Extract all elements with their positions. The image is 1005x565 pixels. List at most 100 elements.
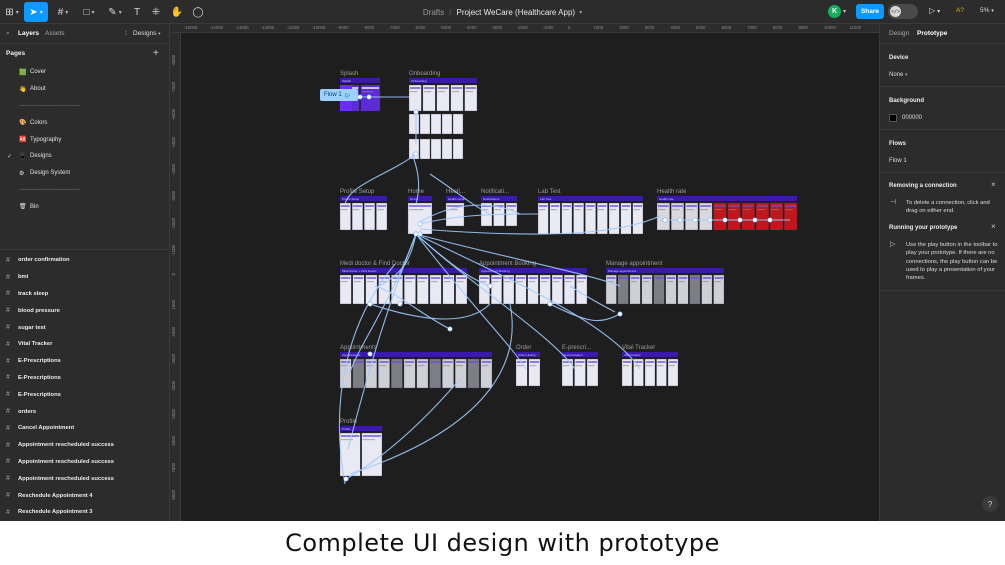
share-button[interactable]: Share	[856, 4, 884, 19]
page-separator[interactable]: ------------------------------------	[0, 98, 169, 115]
add-page-icon[interactable]: +	[153, 48, 159, 59]
frame-content-line	[465, 91, 474, 93]
frame-icon: #	[6, 256, 10, 264]
layer-item[interactable]: # track sleep	[0, 286, 169, 303]
frame-content-line	[392, 365, 399, 367]
layer-item[interactable]: # Reschedule Appointment 3	[0, 504, 169, 521]
layer-label: sugar test	[18, 324, 46, 331]
layer-item[interactable]: # sugar test	[0, 319, 169, 336]
frame-thumbnail	[376, 202, 388, 231]
frame-content-line	[504, 281, 511, 283]
page-item[interactable]: 🟩 Cover	[0, 64, 169, 81]
flow-badge-label: Flow 1	[324, 92, 342, 98]
frame-icon: #	[6, 324, 10, 332]
frame-thumbnail	[597, 202, 608, 235]
move-tool-icon[interactable]: ➤ ▾	[24, 2, 48, 22]
dev-mode-toggle[interactable]: </>	[888, 4, 918, 19]
zoom-value: 5%	[980, 7, 990, 14]
layer-item[interactable]: # E-Prescriptions	[0, 353, 169, 370]
pen-tool-icon[interactable]: ✎ ▾	[104, 2, 126, 22]
ruler-tick: -12000	[260, 25, 275, 30]
layer-item[interactable]: # orders	[0, 403, 169, 420]
breadcrumb-drafts[interactable]: Drafts	[423, 8, 444, 17]
components-icon[interactable]: ⁜	[149, 2, 163, 22]
frame-content-line	[529, 365, 537, 367]
ruler-tick: 5000	[171, 408, 176, 419]
layer-item[interactable]: # blood pressure	[0, 302, 169, 319]
text-tool-icon[interactable]: T	[130, 2, 144, 22]
main-menu-icon[interactable]: ⊞ ▾	[2, 2, 22, 22]
frame-tool-icon[interactable]: # ▾	[52, 2, 74, 22]
tab-layers[interactable]: Layers	[18, 30, 39, 37]
canvas[interactable]: Splash Splash Onboarding Onboarding Profile …	[170, 24, 879, 521]
ruler-tick: 3000	[171, 354, 176, 364]
chevron-down-icon[interactable]: ▾	[579, 9, 582, 16]
section-label: E-prescri...	[562, 345, 591, 351]
frame-content-line	[481, 361, 491, 363]
layer-item[interactable]: # E-Prescriptions	[0, 386, 169, 403]
flow-item[interactable]: Flow 1	[889, 158, 907, 164]
search-icon[interactable]: ⌕	[6, 30, 10, 38]
frame-content-line	[771, 205, 782, 207]
frame-content-line	[468, 365, 476, 367]
layer-item[interactable]: # Appointment rescheduled success	[0, 454, 169, 471]
layer-item[interactable]: # Appointment rescheduled success	[0, 470, 169, 487]
layer-item[interactable]: # Cancel Appointment	[0, 420, 169, 437]
help-button[interactable]: ?	[982, 496, 998, 512]
frame-content-line	[417, 365, 425, 367]
play-icon[interactable]: ▷	[346, 92, 351, 99]
avatar[interactable]: K	[828, 5, 841, 18]
frame-thumbnail	[364, 202, 376, 231]
page-item[interactable]: 🗑 Bin	[0, 198, 169, 215]
page-selector[interactable]: Designs	[133, 30, 156, 37]
close-icon[interactable]: ×	[991, 222, 996, 231]
shape-tool-icon[interactable]: □ ▾	[78, 2, 100, 22]
ruler-tick: -7000	[171, 82, 176, 94]
layer-item[interactable]: # E-Prescriptions	[0, 370, 169, 387]
page-item[interactable]: ✓ 📱 Designs	[0, 148, 169, 165]
layer-label: Appointment rescheduled success	[18, 475, 114, 482]
tab-prototype[interactable]: Prototype	[917, 30, 947, 37]
frame-thumbnail	[549, 202, 561, 235]
tab-assets[interactable]: Assets	[45, 30, 65, 37]
hand-tool-icon[interactable]: ✋	[170, 2, 184, 22]
chevron-down-icon[interactable]: ▾	[158, 31, 161, 37]
background-color-field[interactable]: 000000	[880, 114, 1005, 124]
comment-tool-icon[interactable]: ◯	[191, 2, 205, 22]
flow-start-badge[interactable]: Flow 1 ▷	[320, 89, 358, 101]
page-item[interactable]: 👋 About	[0, 81, 169, 98]
layer-item[interactable]: # order confirmation	[0, 252, 169, 269]
layer-item[interactable]: # Reschedule Appointment 4	[0, 487, 169, 504]
layer-item[interactable]: # Appointment rescheduled success	[0, 437, 169, 454]
frame-thumbnail	[339, 358, 352, 389]
section-label: Notificati...	[481, 189, 509, 195]
section-label: Splash	[340, 71, 358, 77]
page-item[interactable]: 🎨 Colors	[0, 114, 169, 131]
ruler-tick: -3000	[171, 191, 176, 202]
avatar-chevron-icon[interactable]: ▾	[843, 8, 846, 15]
page-emoji-icon: 🗑	[19, 204, 27, 211]
zoom-level[interactable]: 5% ▾	[980, 7, 994, 14]
layer-item[interactable]: # bmi	[0, 269, 169, 286]
frame-content-line	[353, 209, 360, 211]
background-swatch[interactable]	[889, 114, 897, 122]
frame-content-line	[562, 205, 571, 207]
close-icon[interactable]: ×	[991, 180, 996, 189]
layer-item[interactable]: # Vital Tracker	[0, 336, 169, 353]
ruler-tick: -3000	[491, 25, 503, 30]
accessibility-button[interactable]: A?	[956, 7, 964, 14]
play-icon[interactable]: ▷ ▾	[929, 6, 940, 15]
play-icon: ▷	[890, 241, 896, 248]
page-item[interactable]: ⚙ Design System	[0, 165, 169, 182]
frame-icon: #	[6, 492, 10, 500]
tab-design[interactable]: Design	[889, 30, 909, 37]
device-select[interactable]: None ▾	[889, 72, 908, 78]
page-item[interactable]: 🆎 Typography	[0, 131, 169, 148]
file-name[interactable]: Project WeCare (Healthcare App)	[456, 8, 575, 17]
page-separator[interactable]: ------------------------------------	[0, 182, 169, 199]
background-hex[interactable]: 000000	[902, 115, 922, 121]
ruler-tick: -9000	[337, 25, 349, 30]
frame-content-line	[598, 205, 607, 207]
frame-content-line	[437, 87, 449, 89]
frame-content-line	[657, 361, 666, 363]
